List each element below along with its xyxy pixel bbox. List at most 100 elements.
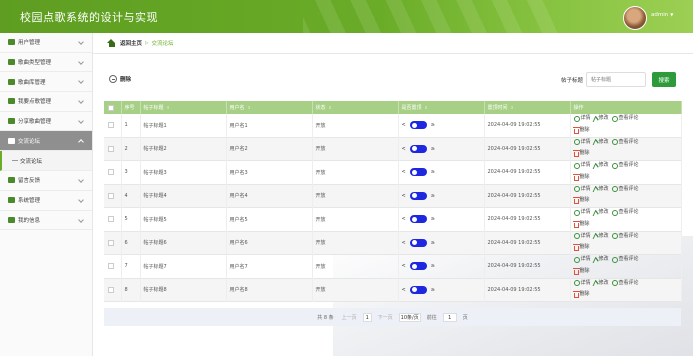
search-button[interactable]: 搜索 bbox=[652, 72, 676, 87]
sort-icon[interactable]: ⇕ bbox=[167, 105, 170, 110]
delete-row-button[interactable]: 删除 bbox=[572, 267, 590, 276]
sidebar-subitem[interactable]: 交流论坛 bbox=[0, 151, 92, 172]
row-checkbox[interactable] bbox=[108, 192, 114, 199]
detail-button[interactable]: 详情 bbox=[573, 279, 591, 288]
home-icon[interactable] bbox=[107, 39, 116, 47]
detail-button[interactable]: 详情 bbox=[573, 208, 591, 217]
delete-row-button[interactable]: 删除 bbox=[572, 196, 590, 205]
delete-row-button[interactable]: 删除 bbox=[572, 220, 590, 229]
user-avatar[interactable] bbox=[623, 6, 647, 30]
delete-row-button[interactable]: 删除 bbox=[572, 149, 590, 158]
toggle-switch[interactable] bbox=[409, 215, 427, 224]
toggle-switch[interactable] bbox=[409, 262, 427, 271]
row-checkbox[interactable] bbox=[108, 263, 114, 270]
column-header[interactable]: 帖子标题 ⇕ bbox=[140, 101, 227, 114]
view-comments-button[interactable]: 查看评论 bbox=[611, 185, 639, 194]
view-comments-button[interactable]: 查看评论 bbox=[611, 232, 639, 241]
pin-toggle[interactable]: < ≥ bbox=[402, 285, 484, 294]
delete-row-button[interactable]: 删除 bbox=[572, 173, 590, 182]
view-comments-button[interactable]: 查看评论 bbox=[611, 114, 639, 123]
row-select-cell[interactable] bbox=[104, 231, 122, 255]
sort-icon[interactable]: ⇕ bbox=[329, 105, 332, 110]
view-comments-button[interactable]: 查看评论 bbox=[611, 208, 639, 217]
row-checkbox[interactable] bbox=[108, 122, 114, 129]
select-all-checkbox[interactable] bbox=[108, 104, 114, 111]
pin-toggle[interactable]: < ≥ bbox=[402, 238, 484, 247]
edit-button[interactable]: 修改 bbox=[592, 255, 609, 264]
sidebar-item[interactable]: 歌曲库管理 bbox=[0, 72, 92, 93]
row-select-cell[interactable] bbox=[104, 114, 122, 137]
pin-toggle[interactable]: < ≥ bbox=[402, 215, 484, 224]
delete-row-button[interactable]: 删除 bbox=[572, 126, 590, 135]
sidebar-item[interactable]: 留言反馈 bbox=[0, 171, 92, 191]
pin-toggle[interactable]: < ≥ bbox=[402, 121, 484, 130]
pager-goto-input[interactable]: 1 bbox=[442, 312, 457, 322]
row-checkbox[interactable] bbox=[108, 145, 114, 152]
toggle-switch[interactable] bbox=[409, 144, 427, 153]
pin-toggle[interactable]: < ≥ bbox=[402, 168, 484, 177]
row-checkbox[interactable] bbox=[108, 286, 114, 293]
row-select-cell[interactable] bbox=[104, 254, 122, 278]
row-select-cell[interactable] bbox=[104, 184, 122, 208]
user-menu[interactable]: admin ▼ bbox=[651, 12, 673, 18]
sort-icon[interactable]: ⇕ bbox=[425, 105, 428, 110]
edit-button[interactable]: 修改 bbox=[592, 161, 609, 170]
row-checkbox[interactable] bbox=[108, 239, 114, 246]
edit-button[interactable]: 修改 bbox=[592, 114, 609, 123]
delete-button[interactable]: 删除 bbox=[109, 75, 131, 83]
detail-button[interactable]: 详情 bbox=[573, 232, 591, 241]
detail-button[interactable]: 详情 bbox=[573, 255, 591, 264]
pin-toggle[interactable]: < ≥ bbox=[402, 262, 484, 271]
column-header[interactable]: 状态 ⇕ bbox=[312, 101, 399, 114]
row-select-cell[interactable] bbox=[104, 278, 122, 302]
column-header[interactable]: 是否置顶 ⇕ bbox=[398, 101, 485, 114]
sort-icon[interactable]: ⇕ bbox=[511, 105, 514, 110]
row-select-cell[interactable] bbox=[104, 160, 122, 184]
pager-prev-button[interactable]: 上一页 bbox=[342, 314, 357, 321]
view-comments-button[interactable]: 查看评论 bbox=[611, 279, 639, 288]
detail-button[interactable]: 详情 bbox=[573, 114, 591, 123]
detail-button[interactable]: 详情 bbox=[573, 161, 591, 170]
sidebar-item[interactable]: 歌曲类型管理 bbox=[0, 53, 92, 73]
column-header[interactable]: 用户名 ⇕ bbox=[226, 101, 313, 114]
cell-index: 6 bbox=[121, 231, 141, 255]
pager-next-button[interactable]: 下一页 bbox=[378, 314, 393, 321]
pager-size-select[interactable]: 10条/页 bbox=[398, 312, 421, 322]
toggle-switch[interactable] bbox=[409, 238, 427, 247]
pager-page-1[interactable]: 1 bbox=[362, 312, 372, 322]
edit-button[interactable]: 修改 bbox=[592, 185, 609, 194]
view-comments-button[interactable]: 查看评论 bbox=[611, 138, 639, 147]
edit-button[interactable]: 修改 bbox=[592, 208, 609, 217]
sidebar-item[interactable]: 分享歌曲管理 bbox=[0, 112, 92, 132]
pin-toggle[interactable]: < ≥ bbox=[402, 191, 484, 200]
toggle-switch[interactable] bbox=[409, 168, 427, 177]
sidebar-item[interactable]: 我的信息 bbox=[0, 211, 92, 231]
detail-button[interactable]: 详情 bbox=[573, 138, 591, 147]
pin-toggle[interactable]: < ≥ bbox=[402, 144, 484, 153]
toggle-switch[interactable] bbox=[409, 285, 427, 294]
sidebar-item[interactable]: 交流论坛 bbox=[0, 131, 92, 152]
toggle-switch[interactable] bbox=[409, 191, 427, 200]
select-all-cell[interactable] bbox=[104, 101, 122, 114]
sidebar-item[interactable]: 系统管理 bbox=[0, 191, 92, 211]
view-comments-button[interactable]: 查看评论 bbox=[611, 161, 639, 170]
row-checkbox[interactable] bbox=[108, 169, 114, 176]
view-comments-button[interactable]: 查看评论 bbox=[611, 255, 639, 264]
edit-button[interactable]: 修改 bbox=[592, 279, 609, 288]
row-select-cell[interactable] bbox=[104, 137, 122, 161]
edit-button[interactable]: 修改 bbox=[592, 138, 609, 147]
breadcrumb-home[interactable]: 返回主页 bbox=[120, 39, 142, 47]
sort-icon[interactable]: ⇕ bbox=[248, 105, 251, 110]
sidebar-item[interactable]: 我要点歌管理 bbox=[0, 92, 92, 112]
delete-row-button[interactable]: 删除 bbox=[572, 290, 590, 299]
detail-button[interactable]: 详情 bbox=[573, 185, 591, 194]
edit-button[interactable]: 修改 bbox=[592, 232, 609, 241]
search-input[interactable] bbox=[586, 72, 646, 87]
edit-label: 修改 bbox=[598, 232, 609, 239]
row-checkbox[interactable] bbox=[108, 216, 114, 223]
toggle-switch[interactable] bbox=[409, 121, 427, 130]
delete-row-button[interactable]: 删除 bbox=[572, 243, 590, 252]
column-header[interactable]: 置顶时间 ⇕ bbox=[484, 101, 571, 114]
sidebar-item[interactable]: 用户管理 bbox=[0, 33, 92, 53]
row-select-cell[interactable] bbox=[104, 207, 122, 231]
